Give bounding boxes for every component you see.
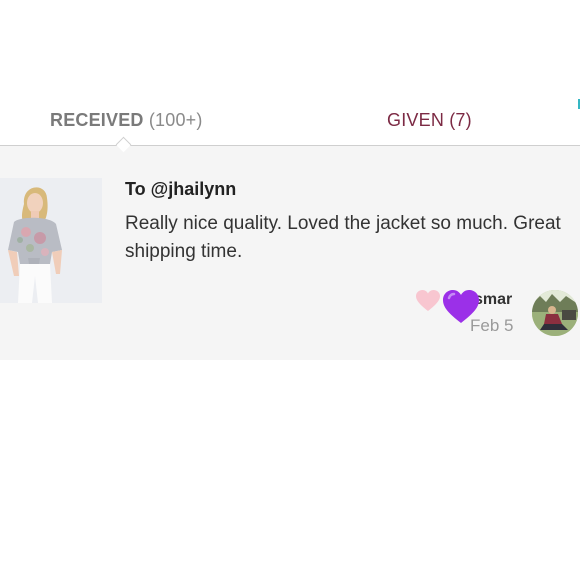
review-date: Feb 5 <box>470 316 514 335</box>
tab-received-label: RECEIVED <box>50 110 144 130</box>
review-tabs: RECEIVED (100+) GIVEN (7) <box>0 99 580 145</box>
tab-given[interactable]: GIVEN (7) <box>387 105 472 135</box>
tab-given-label: GIVEN <box>387 110 445 130</box>
tab-divider <box>0 145 580 146</box>
like-heart-icon[interactable] <box>415 289 441 313</box>
review-text: Really nice quality. Loved the jacket so… <box>125 213 561 262</box>
review-recipient[interactable]: To @jhailynn <box>125 179 236 200</box>
product-photo <box>0 178 102 303</box>
tab-received-count: (100+) <box>148 110 203 130</box>
reviewer-avatar[interactable] <box>532 290 578 336</box>
tab-given-count: (7) <box>449 110 472 130</box>
tab-received[interactable]: RECEIVED (100+) <box>50 105 203 135</box>
product-thumbnail[interactable] <box>0 178 102 303</box>
reviews-screen: RECEIVED (100+) GIVEN (7) To @jhailynn R… <box>0 0 580 580</box>
